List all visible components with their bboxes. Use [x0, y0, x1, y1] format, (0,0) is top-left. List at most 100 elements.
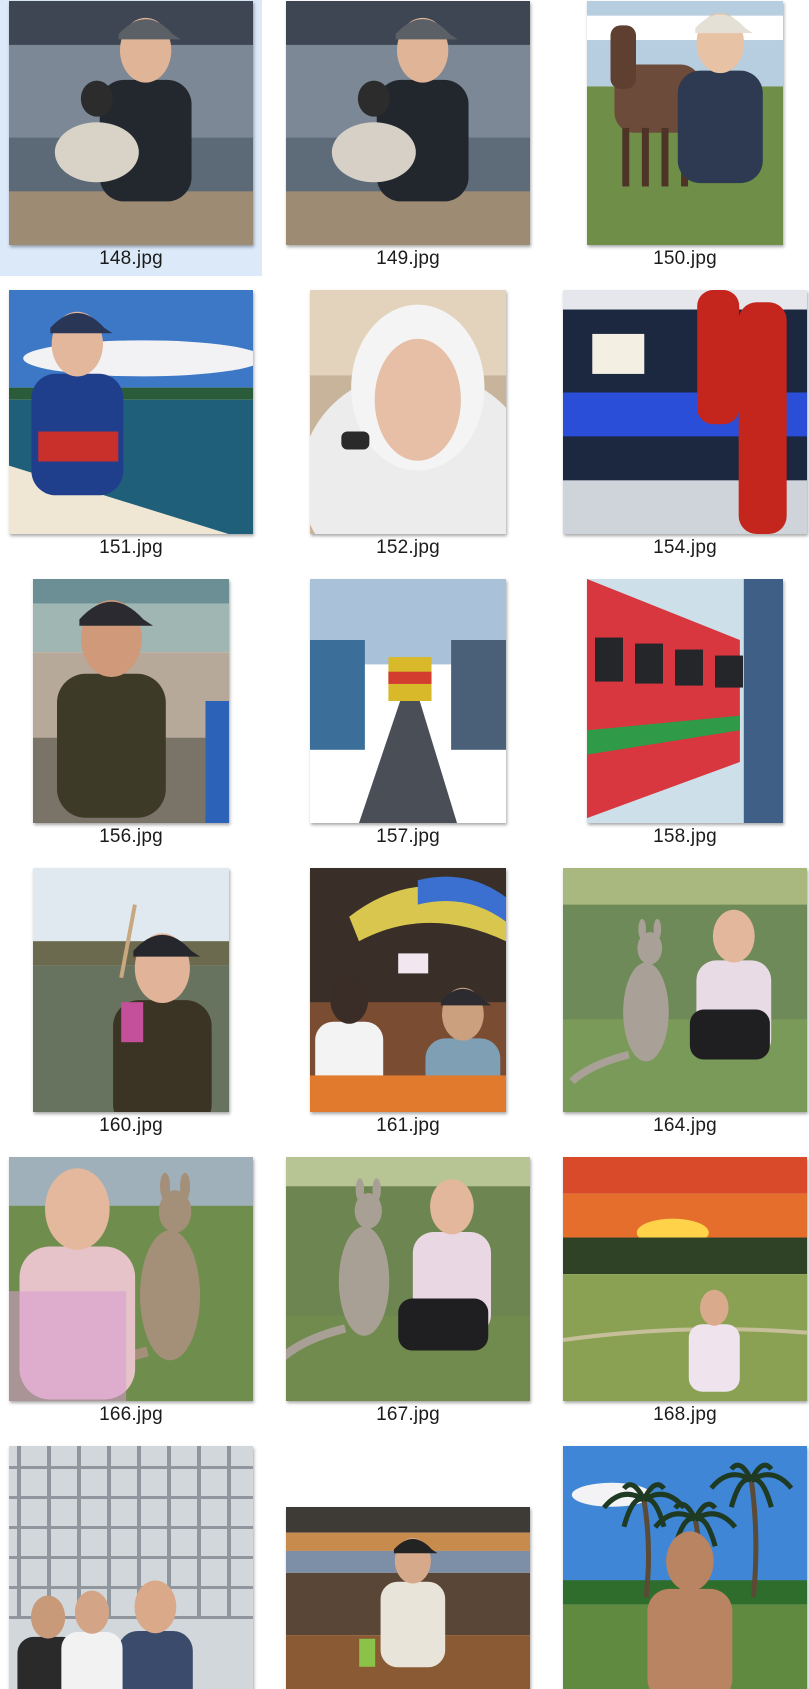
thumbnail-frame [554, 0, 809, 245]
image-thumbnail[interactable] [9, 290, 253, 534]
image-thumbnail[interactable] [587, 579, 783, 823]
figure-head-shape [430, 1179, 474, 1235]
scene-band-shape [286, 1157, 530, 1187]
file-tile[interactable]: 158.jpg [554, 578, 809, 854]
scaffold-bar-shape [9, 1586, 253, 1589]
image-thumbnail[interactable] [286, 1157, 530, 1401]
kangaroo-body-shape [623, 962, 669, 1062]
file-tile[interactable]: 160.jpg [0, 867, 262, 1143]
thumbnail-image [286, 1, 530, 245]
file-tile[interactable]: 166.jpg [0, 1156, 262, 1432]
file-tile[interactable]: 157.jpg [277, 578, 539, 854]
thumbnail-frame [277, 0, 539, 245]
image-thumbnail[interactable] [587, 1, 783, 245]
scene-band-shape [33, 579, 229, 604]
thumbnail-image [9, 1157, 253, 1401]
thumbnail-frame [277, 289, 539, 534]
image-thumbnail[interactable] [310, 290, 506, 534]
thumbnail-image [310, 290, 506, 534]
file-tile[interactable] [0, 1445, 262, 1689]
image-thumbnail[interactable] [33, 868, 229, 1112]
file-name-label: 161.jpg [376, 1115, 440, 1136]
file-name-label: 160.jpg [99, 1115, 163, 1136]
image-thumbnail[interactable] [310, 579, 506, 823]
thumbnail-frame [0, 867, 262, 1112]
image-thumbnail[interactable] [9, 1, 253, 245]
image-thumbnail[interactable] [563, 1446, 807, 1689]
light-shape [398, 953, 429, 974]
file-name-label: 154.jpg [653, 537, 717, 558]
thumbnail-frame [0, 289, 262, 534]
scene-band-shape [205, 701, 229, 823]
figure-body-shape [118, 1631, 193, 1689]
thumbnail-grid: 148.jpg 149.jpg 150.jpg 151.jpg 152.jpg 154.j… [0, 0, 809, 1689]
shorts-shape [38, 431, 119, 462]
image-thumbnail[interactable] [33, 579, 229, 823]
image-thumbnail[interactable] [563, 868, 807, 1112]
scaffold-bar-shape [9, 1556, 253, 1559]
file-tile[interactable]: 148.jpg [0, 0, 262, 276]
figure-body-shape [688, 1324, 740, 1392]
thumbnail-frame [277, 867, 539, 1112]
image-thumbnail[interactable] [286, 1507, 530, 1689]
scene-group [9, 1, 253, 245]
file-name-label: 156.jpg [99, 826, 163, 847]
file-tile[interactable]: 149.jpg [277, 0, 539, 276]
thumbnail-frame [277, 1156, 539, 1401]
file-tile[interactable]: 154.jpg [554, 289, 809, 565]
pants-shape [398, 1298, 489, 1351]
file-name-label: 152.jpg [376, 537, 440, 558]
thumbnail-image [33, 868, 229, 1112]
thumbnail-frame [0, 0, 262, 245]
thumbnail-image [310, 579, 506, 823]
figure-head-shape [330, 975, 369, 1024]
thumbnail-frame [554, 1445, 809, 1689]
awning-shape [451, 640, 506, 750]
file-tile[interactable] [554, 1445, 809, 1689]
horse-neck-shape [610, 25, 636, 89]
horse-leg-shape [661, 127, 669, 187]
platform-shape [743, 579, 783, 823]
kangaroo-ear-shape [638, 918, 646, 940]
scene-group [33, 579, 229, 823]
file-tile[interactable]: 168.jpg [554, 1156, 809, 1432]
image-thumbnail[interactable] [563, 290, 807, 534]
file-tile[interactable]: 164.jpg [554, 867, 809, 1143]
thumbnail-image [286, 1507, 530, 1689]
figure-head-shape [45, 1168, 110, 1250]
file-tile[interactable]: 161.jpg [277, 867, 539, 1143]
scene-group [33, 868, 229, 1112]
figure-body-shape [677, 70, 763, 184]
scene-group [9, 1446, 253, 1689]
scene-band-shape [310, 640, 365, 750]
file-tile[interactable] [277, 1445, 539, 1689]
image-thumbnail[interactable] [9, 1157, 253, 1401]
thumbnail-image [563, 1157, 807, 1401]
file-name-label: 166.jpg [99, 1404, 163, 1425]
file-tile[interactable]: 156.jpg [0, 578, 262, 854]
lamb-head-shape [357, 80, 390, 117]
thumbnail-frame [277, 578, 539, 823]
file-name-label: 167.jpg [376, 1404, 440, 1425]
kangaroo-ear-shape [160, 1172, 171, 1201]
file-name-label: 148.jpg [99, 248, 163, 269]
file-tile[interactable]: 152.jpg [277, 289, 539, 565]
thumbnail-image [9, 290, 253, 534]
scene-group [563, 1157, 807, 1401]
image-thumbnail[interactable] [9, 1446, 253, 1689]
scene-group [286, 1157, 530, 1401]
file-tile[interactable]: 150.jpg [554, 0, 809, 276]
file-tile[interactable]: 151.jpg [0, 289, 262, 565]
lamb-shape [54, 122, 139, 183]
floral-shirt-shape [9, 1291, 127, 1401]
image-thumbnail[interactable] [286, 1, 530, 245]
train-window-shape [715, 655, 743, 688]
file-tile[interactable]: 167.jpg [277, 1156, 539, 1432]
kangaroo-ear-shape [653, 918, 662, 940]
file-name-label: 164.jpg [653, 1115, 717, 1136]
image-thumbnail[interactable] [310, 868, 506, 1112]
image-thumbnail[interactable] [563, 1157, 807, 1401]
kangaroo-body-shape [140, 1230, 201, 1361]
thumbnail-image [310, 868, 506, 1112]
thumbnail-frame [277, 1445, 539, 1689]
